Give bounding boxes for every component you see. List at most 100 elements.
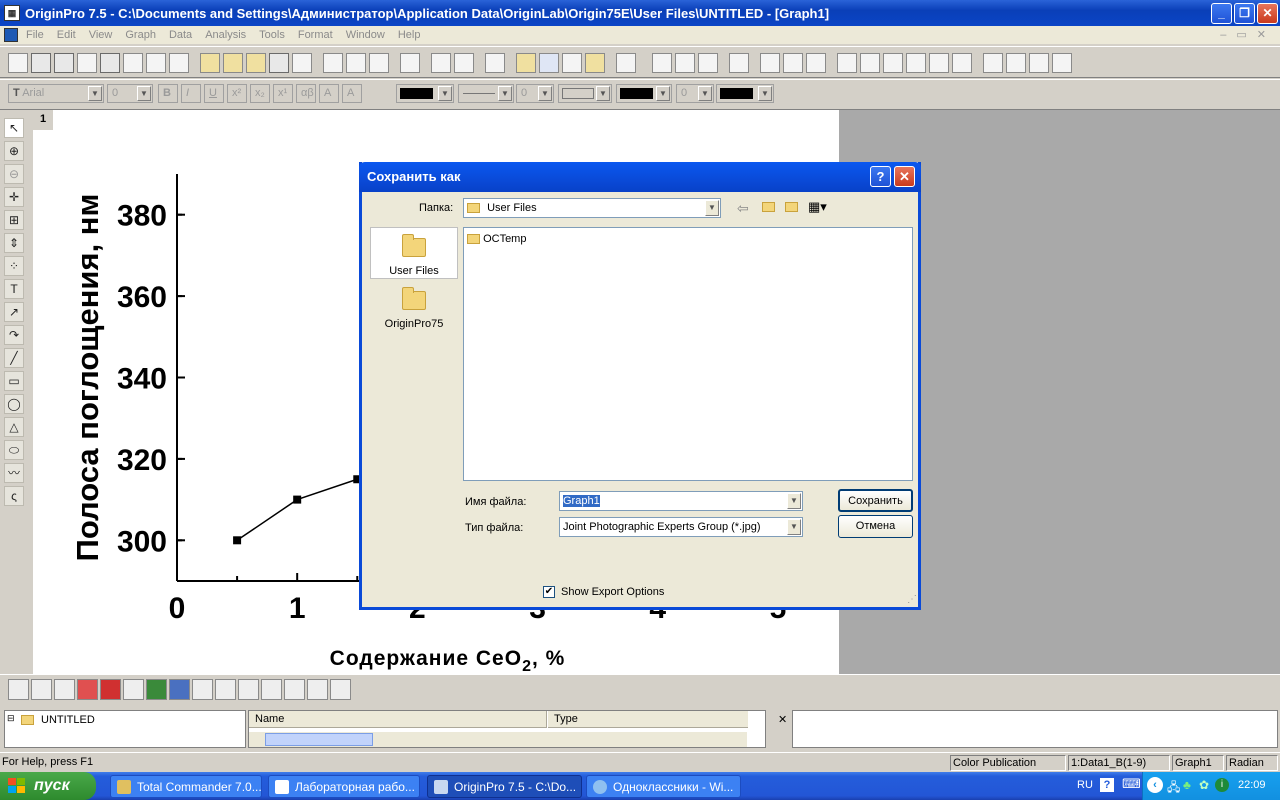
chevron-down-icon[interactable]: ▼ (538, 86, 552, 101)
open-icon[interactable] (200, 53, 220, 73)
import-multiple-ascii-icon[interactable] (346, 53, 366, 73)
new-graph-icon[interactable] (77, 53, 97, 73)
menu-data[interactable]: Data (169, 29, 192, 41)
decrease-font-button[interactable]: A (342, 84, 362, 103)
menu-window[interactable]: Window (346, 29, 385, 41)
italic-button[interactable]: I (181, 84, 201, 103)
font-size-combo[interactable]: 0 ▼ (107, 84, 153, 103)
menu-graph[interactable]: Graph (125, 29, 156, 41)
close-icon[interactable]: ✕ (778, 713, 787, 726)
line-width-combo[interactable]: 0 ▼ (516, 84, 554, 103)
polygon-tool-icon[interactable]: △ (4, 417, 24, 437)
help-tray-icon[interactable]: ? (1100, 778, 1114, 792)
folder-tree[interactable]: ⊟ UNTITLED (4, 710, 246, 748)
tree-item-untitled[interactable]: UNTITLED (41, 714, 95, 726)
script-window-icon[interactable] (539, 53, 559, 73)
column-type[interactable]: Type (548, 711, 748, 728)
language-indicator[interactable]: RU (1077, 779, 1093, 791)
refresh-icon[interactable] (454, 53, 474, 73)
duplicate-icon[interactable] (431, 53, 451, 73)
subscript-button[interactable]: x₂ (250, 84, 270, 103)
screen-reader-icon[interactable]: ✛ (4, 187, 24, 207)
chevron-down-icon[interactable]: ▼ (596, 86, 610, 101)
list-item[interactable]: OCTemp (467, 233, 526, 245)
save-project-icon[interactable] (269, 53, 289, 73)
column-chart-icon[interactable] (100, 679, 121, 700)
whole-page-icon[interactable] (698, 53, 718, 73)
axis-bottom-icon[interactable] (837, 53, 857, 73)
axis-xy-icon[interactable] (929, 53, 949, 73)
maximize-button[interactable]: ❐ (1234, 3, 1255, 24)
new-worksheet-icon[interactable] (31, 53, 51, 73)
chevron-down-icon[interactable]: ▼ (698, 86, 712, 101)
collapse-icon[interactable]: ⊟ (7, 713, 15, 724)
chevron-down-icon[interactable]: ▼ (758, 86, 772, 101)
timestamp-icon[interactable] (1052, 53, 1072, 73)
supersub-button[interactable]: x¹ (273, 84, 293, 103)
task-total-commander[interactable]: Total Commander 7.0... (110, 775, 262, 798)
vector-xyam-icon[interactable] (284, 679, 305, 700)
keyboard-icon[interactable]: ⌨ (1122, 776, 1141, 792)
minimize-button[interactable]: _ (1211, 3, 1232, 24)
chevron-down-icon[interactable]: ▼ (88, 86, 102, 101)
security-icon[interactable]: i (1215, 778, 1229, 792)
circle-tool-icon[interactable]: ◯ (4, 394, 24, 414)
ternary-plot-icon[interactable] (215, 679, 236, 700)
polyline-tool-icon[interactable]: 〰 (4, 463, 24, 483)
layer-icon[interactable] (1029, 53, 1049, 73)
tray-app-icon[interactable]: ♣ (1183, 778, 1191, 792)
up-folder-icon[interactable] (762, 201, 775, 213)
help-button[interactable]: ? (870, 166, 891, 187)
filename-field[interactable]: Graph1 ▼ (559, 491, 803, 511)
line-color-combo[interactable]: ▼ (396, 84, 454, 103)
task-browser[interactable]: Одноклассники - Wi... (586, 775, 741, 798)
greek-button[interactable]: αβ (296, 84, 316, 103)
menu-edit[interactable]: Edit (57, 29, 76, 41)
menu-file[interactable]: File (26, 29, 44, 41)
scroll-thumb[interactable] (265, 733, 373, 746)
save-template-icon[interactable] (292, 53, 312, 73)
column-name[interactable]: Name (249, 711, 547, 728)
origin-app-icon[interactable]: ▦ (4, 5, 20, 21)
document-icon[interactable] (4, 28, 18, 42)
results-log-icon[interactable] (516, 53, 536, 73)
chevron-down-icon[interactable]: ▼ (787, 493, 801, 509)
new-matrix-icon[interactable] (100, 53, 120, 73)
draw-data-icon[interactable]: ⁘ (4, 256, 24, 276)
code-builder-icon[interactable] (562, 53, 582, 73)
curved-arrow-icon[interactable]: ↷ (4, 325, 24, 345)
mdi-controls[interactable]: –▭✕ (1220, 28, 1276, 41)
axis-box-icon[interactable] (906, 53, 926, 73)
new-project-icon[interactable] (8, 53, 28, 73)
zoom-out-tool-icon[interactable]: ⊖ (4, 164, 24, 184)
custom-routine-icon[interactable] (585, 53, 605, 73)
pointer-icon[interactable]: ↖ (4, 118, 24, 138)
file-list[interactable]: OCTemp (463, 227, 913, 481)
zoom-out-icon[interactable] (675, 53, 695, 73)
new-notes-icon[interactable] (169, 53, 189, 73)
rescale-icon[interactable] (729, 53, 749, 73)
arrow-tool-icon[interactable]: ↗ (4, 302, 24, 322)
line-symbol-icon[interactable] (54, 679, 75, 700)
layer-4-icon[interactable] (806, 53, 826, 73)
filetype-select[interactable]: Joint Photographic Experts Group (*.jpg)… (559, 517, 803, 537)
zoom-in-tool-icon[interactable]: ⊕ (4, 141, 24, 161)
open-template-icon[interactable] (223, 53, 243, 73)
bold-button[interactable]: B (158, 84, 178, 103)
fill-area-icon[interactable] (169, 679, 190, 700)
line-style-combo[interactable]: ▼ (458, 84, 514, 103)
import-ascii-icon[interactable] (323, 53, 343, 73)
place-user-files[interactable]: User Files (370, 227, 458, 279)
horizontal-scrollbar[interactable] (249, 732, 747, 747)
chevron-down-icon[interactable]: ▼ (137, 86, 151, 101)
increase-font-button[interactable]: A (319, 84, 339, 103)
chevron-down-icon[interactable]: ▼ (656, 86, 670, 101)
new-folder-icon[interactable] (785, 201, 798, 213)
chevron-down-icon[interactable]: ▼ (705, 200, 719, 216)
chevron-down-icon[interactable]: ▼ (787, 519, 801, 535)
tray-expand-icon[interactable]: ‹ (1147, 777, 1163, 793)
pie-chart-icon[interactable] (123, 679, 144, 700)
chevron-down-icon[interactable]: ▼ (498, 86, 512, 101)
place-originpro75[interactable]: OriginPro75 (370, 281, 458, 333)
network-icon[interactable]: 🖧 (1167, 778, 1180, 799)
